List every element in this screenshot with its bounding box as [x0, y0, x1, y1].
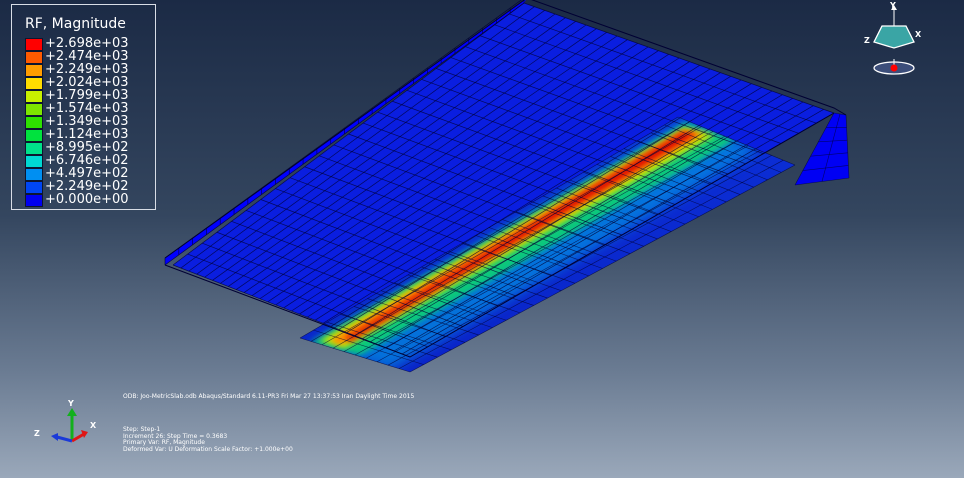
- triad-z-label: Z: [34, 429, 40, 438]
- orientation-triad: Y X Z: [34, 399, 97, 443]
- view-cube-x-label: X: [915, 30, 922, 39]
- odb-info-line: ODB: Joo-MetricSlab.odb Abaqus/Standard …: [123, 393, 415, 400]
- legend-title: RF, Magnitude: [25, 16, 126, 32]
- legend-row: +0.000e+00: [25, 192, 150, 207]
- model-viewport[interactable]: RF, Magnitude +2.698e+03 +2.474e+03 +2.249…: [0, 0, 964, 478]
- legend-swatch: [25, 168, 43, 181]
- legend-swatch: [25, 51, 43, 64]
- view-cube[interactable]: Y Z X: [860, 2, 930, 77]
- legend-swatch: [25, 38, 43, 51]
- legend-swatch: [25, 181, 43, 194]
- view-cube-z-label: Z: [864, 36, 870, 45]
- legend-swatch: [25, 142, 43, 155]
- legend-swatch: [25, 77, 43, 90]
- triad-y-label: Y: [67, 399, 74, 408]
- legend-swatch: [25, 116, 43, 129]
- legend-swatch: [25, 194, 43, 207]
- legend-panel[interactable]: RF, Magnitude +2.698e+03 +2.474e+03 +2.249…: [11, 4, 156, 210]
- legend-swatch: [25, 90, 43, 103]
- legend-swatch: [25, 103, 43, 116]
- legend-swatch: [25, 129, 43, 142]
- legend-swatch: [25, 64, 43, 77]
- legend-swatch: [25, 155, 43, 168]
- legend-label: +0.000e+00: [45, 192, 129, 207]
- deformed-var-line: Deformed Var: U Deformation Scale Factor…: [123, 445, 293, 453]
- triad-x-label: X: [90, 421, 97, 430]
- view-cube-y-label: Y: [889, 2, 896, 10]
- legend-entries: +2.698e+03 +2.474e+03 +2.249e+03 +2.024e+03…: [25, 36, 150, 207]
